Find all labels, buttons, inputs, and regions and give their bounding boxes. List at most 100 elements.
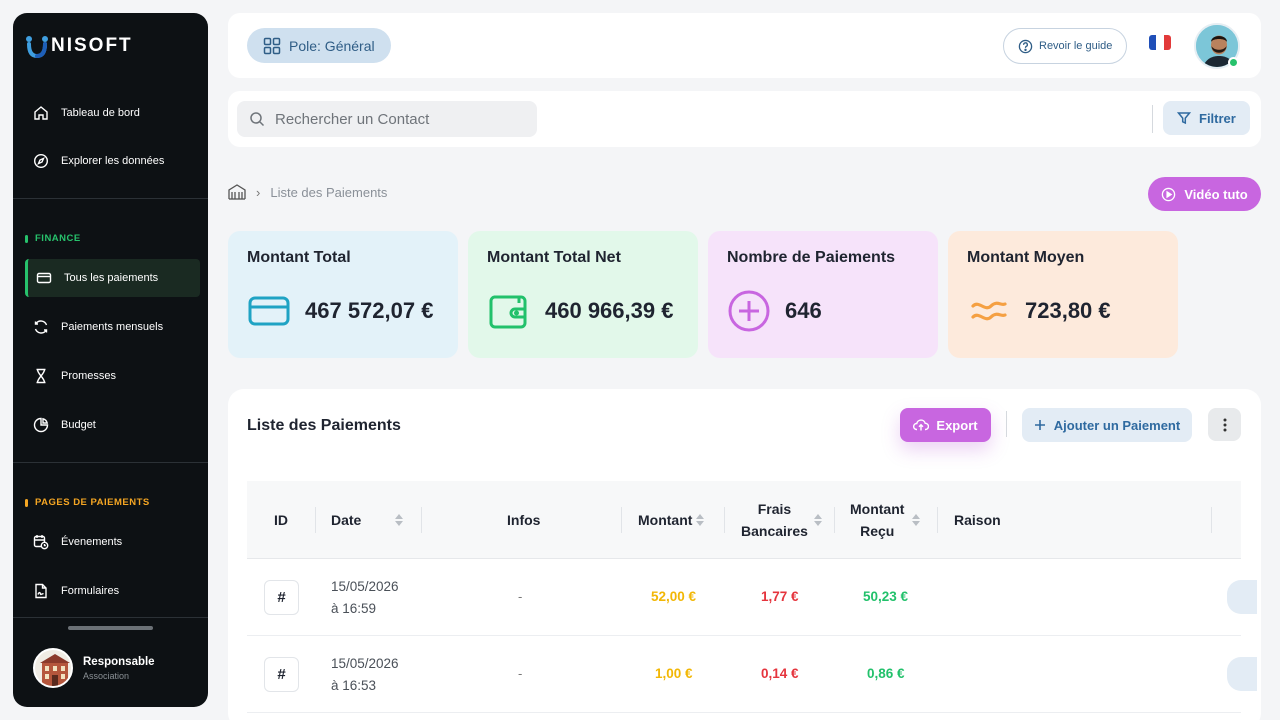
panel-title: Liste des Paiements	[247, 417, 401, 434]
stat-value: 646	[785, 298, 822, 323]
sidebar: NISOFT Tableau de bord Explorer les donn…	[13, 13, 208, 707]
filter-label: Filtrer	[1199, 110, 1236, 126]
row-amount: 1,00 €	[655, 666, 693, 681]
stat-card-total-amount: Montant Total 467 572,07 €	[228, 231, 458, 358]
approx-icon	[971, 301, 1007, 321]
sort-icon	[912, 514, 921, 526]
sidebar-item-label: Tableau de bord	[61, 107, 140, 119]
column-header-id[interactable]: ID	[274, 481, 288, 559]
export-label: Export	[936, 417, 978, 433]
stat-value: 460 966,39 €	[545, 298, 674, 323]
brand-logo[interactable]: NISOFT	[25, 33, 133, 59]
row-date: 15/05/2026 à 16:53	[331, 656, 399, 693]
logo-mark-icon	[25, 34, 49, 59]
sidebar-item-dashboard[interactable]: Tableau de bord	[25, 94, 200, 132]
organization-avatar	[33, 648, 73, 688]
online-status-indicator	[1228, 57, 1239, 68]
pole-selector-button[interactable]: Pole: Général	[247, 28, 391, 63]
home-icon	[34, 106, 48, 120]
column-header-infos[interactable]: Infos	[507, 481, 540, 559]
column-header-bank-fees[interactable]: Frais Bancaires	[741, 481, 822, 559]
filter-button[interactable]: Filtrer	[1163, 101, 1250, 135]
row-infos: -	[518, 666, 523, 681]
sidebar-item-explore[interactable]: Explorer les données	[25, 142, 200, 180]
sidebar-divider	[13, 617, 208, 618]
plus-icon	[1034, 420, 1045, 430]
sidebar-item-label: Tous les paiements	[64, 272, 159, 284]
top-bar: Pole: Général Revoir le guide	[228, 13, 1261, 78]
row-action-button[interactable]	[1227, 580, 1257, 614]
building-icon[interactable]	[228, 184, 246, 200]
profile-card[interactable]: Responsable Association	[33, 648, 155, 688]
sidebar-item-label: Évenements	[61, 536, 123, 548]
add-payment-button[interactable]: Ajouter un Paiement	[1022, 408, 1192, 442]
column-separator	[421, 507, 422, 533]
table-header: ID Date Infos Montant Frais Bancaires Mon…	[247, 481, 1241, 559]
row-action-button[interactable]	[1227, 657, 1257, 691]
row-received-amount: 50,23 €	[863, 589, 909, 604]
pie-chart-icon	[33, 417, 49, 433]
table-row[interactable]: # 15/05/2026 à 16:59 - 52,00 € 1,77 € 50…	[247, 559, 1257, 636]
stat-value: 723,80 €	[1025, 298, 1111, 323]
export-button[interactable]: Export	[900, 408, 991, 442]
sidebar-item-label: Explorer les données	[61, 155, 165, 167]
column-separator	[834, 507, 835, 533]
table-row[interactable]: # 15/05/2026 à 16:53 - 1,00 € 0,14 € 0,8…	[247, 636, 1257, 713]
breadcrumb-separator: ›	[256, 184, 261, 200]
stat-card-net-amount: Montant Total Net 460 966,39 €	[468, 231, 698, 358]
guide-label: Revoir le guide	[1039, 40, 1113, 52]
toolbar-divider	[1006, 411, 1007, 437]
stat-title: Nombre de Paiements	[727, 249, 896, 266]
column-header-reason[interactable]: Raison	[954, 481, 1001, 559]
search-input[interactable]	[237, 101, 537, 137]
column-header-received-amount[interactable]: Montant Reçu	[850, 481, 921, 559]
help-circle-icon	[1018, 39, 1033, 53]
cloud-upload-icon	[913, 419, 930, 431]
sidebar-item-label: Paiements mensuels	[61, 321, 164, 333]
sidebar-item-label: Promesses	[61, 370, 117, 382]
row-bank-fees: 0,14 €	[761, 666, 799, 681]
plus-circle-icon	[728, 290, 770, 332]
sidebar-item-events[interactable]: Évenements	[25, 523, 200, 561]
credit-card-icon	[248, 296, 290, 326]
grid-icon	[263, 37, 281, 54]
sidebar-item-all-payments[interactable]: Tous les paiements	[25, 259, 200, 297]
search-icon	[250, 112, 265, 127]
section-label-payment-pages: PAGES DE PAIEMENTS	[25, 497, 150, 508]
brand-name: NISOFT	[51, 35, 133, 56]
sidebar-item-label: Budget	[61, 419, 96, 431]
search-bar: Filtrer	[228, 91, 1261, 147]
play-circle-icon	[1162, 187, 1176, 201]
refresh-icon	[34, 320, 48, 334]
language-flag-icon[interactable]	[1149, 35, 1171, 50]
column-separator	[621, 507, 622, 533]
row-id-badge[interactable]: #	[264, 580, 299, 615]
row-received-amount: 0,86 €	[867, 666, 905, 681]
stat-title: Montant Total	[247, 249, 351, 266]
row-id-badge[interactable]: #	[264, 657, 299, 692]
review-guide-button[interactable]: Revoir le guide	[1003, 28, 1128, 64]
compass-icon	[33, 153, 49, 169]
sidebar-scroll-handle[interactable]	[68, 626, 153, 630]
column-header-date[interactable]: Date	[331, 481, 404, 559]
more-vertical-icon	[1223, 418, 1226, 431]
calendar-clock-icon	[33, 535, 49, 550]
hourglass-icon	[36, 368, 46, 384]
add-payment-label: Ajouter un Paiement	[1053, 417, 1181, 433]
sidebar-divider	[13, 198, 208, 199]
row-amount: 52,00 €	[651, 589, 697, 604]
column-separator	[1211, 507, 1212, 533]
sidebar-item-label: Formulaires	[61, 585, 120, 597]
search-divider	[1152, 105, 1153, 133]
row-date: 15/05/2026 à 16:59	[331, 579, 399, 616]
sidebar-item-budget[interactable]: Budget	[25, 406, 200, 444]
sidebar-item-monthly-payments[interactable]: Paiements mensuels	[25, 308, 200, 346]
sidebar-item-promises[interactable]: Promesses	[25, 357, 200, 395]
sidebar-item-forms[interactable]: Formulaires	[25, 572, 200, 610]
column-separator	[724, 507, 725, 533]
video-tutorial-button[interactable]: Vidéo tuto	[1148, 177, 1261, 211]
column-header-amount[interactable]: Montant	[638, 481, 705, 559]
stat-card-average-amount: Montant Moyen 723,80 €	[948, 231, 1178, 358]
more-options-button[interactable]	[1208, 408, 1241, 441]
video-tutorial-label: Vidéo tuto	[1184, 186, 1248, 202]
